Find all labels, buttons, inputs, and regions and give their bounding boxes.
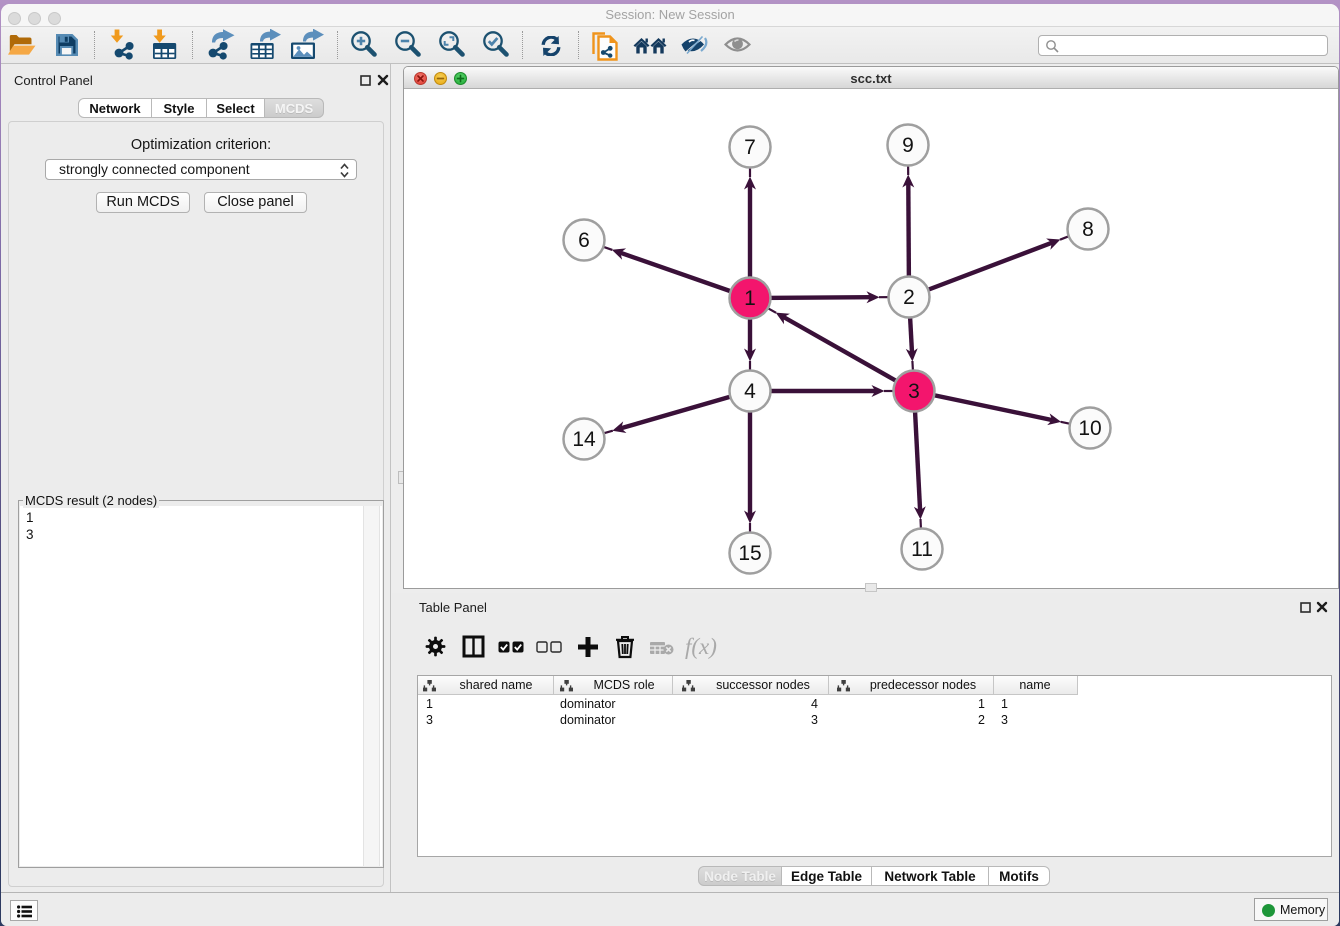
svg-text:9: 9 <box>902 134 914 157</box>
svg-text:4: 4 <box>744 380 756 403</box>
svg-text:7: 7 <box>744 136 756 159</box>
svg-text:2: 2 <box>903 286 915 309</box>
svg-text:8: 8 <box>1082 218 1094 241</box>
svg-text:15: 15 <box>738 542 761 565</box>
svg-text:10: 10 <box>1078 417 1101 440</box>
svg-text:11: 11 <box>911 538 933 561</box>
svg-text:14: 14 <box>572 428 596 451</box>
svg-text:3: 3 <box>908 380 920 403</box>
svg-text:6: 6 <box>578 229 590 252</box>
svg-text:1: 1 <box>744 287 756 310</box>
